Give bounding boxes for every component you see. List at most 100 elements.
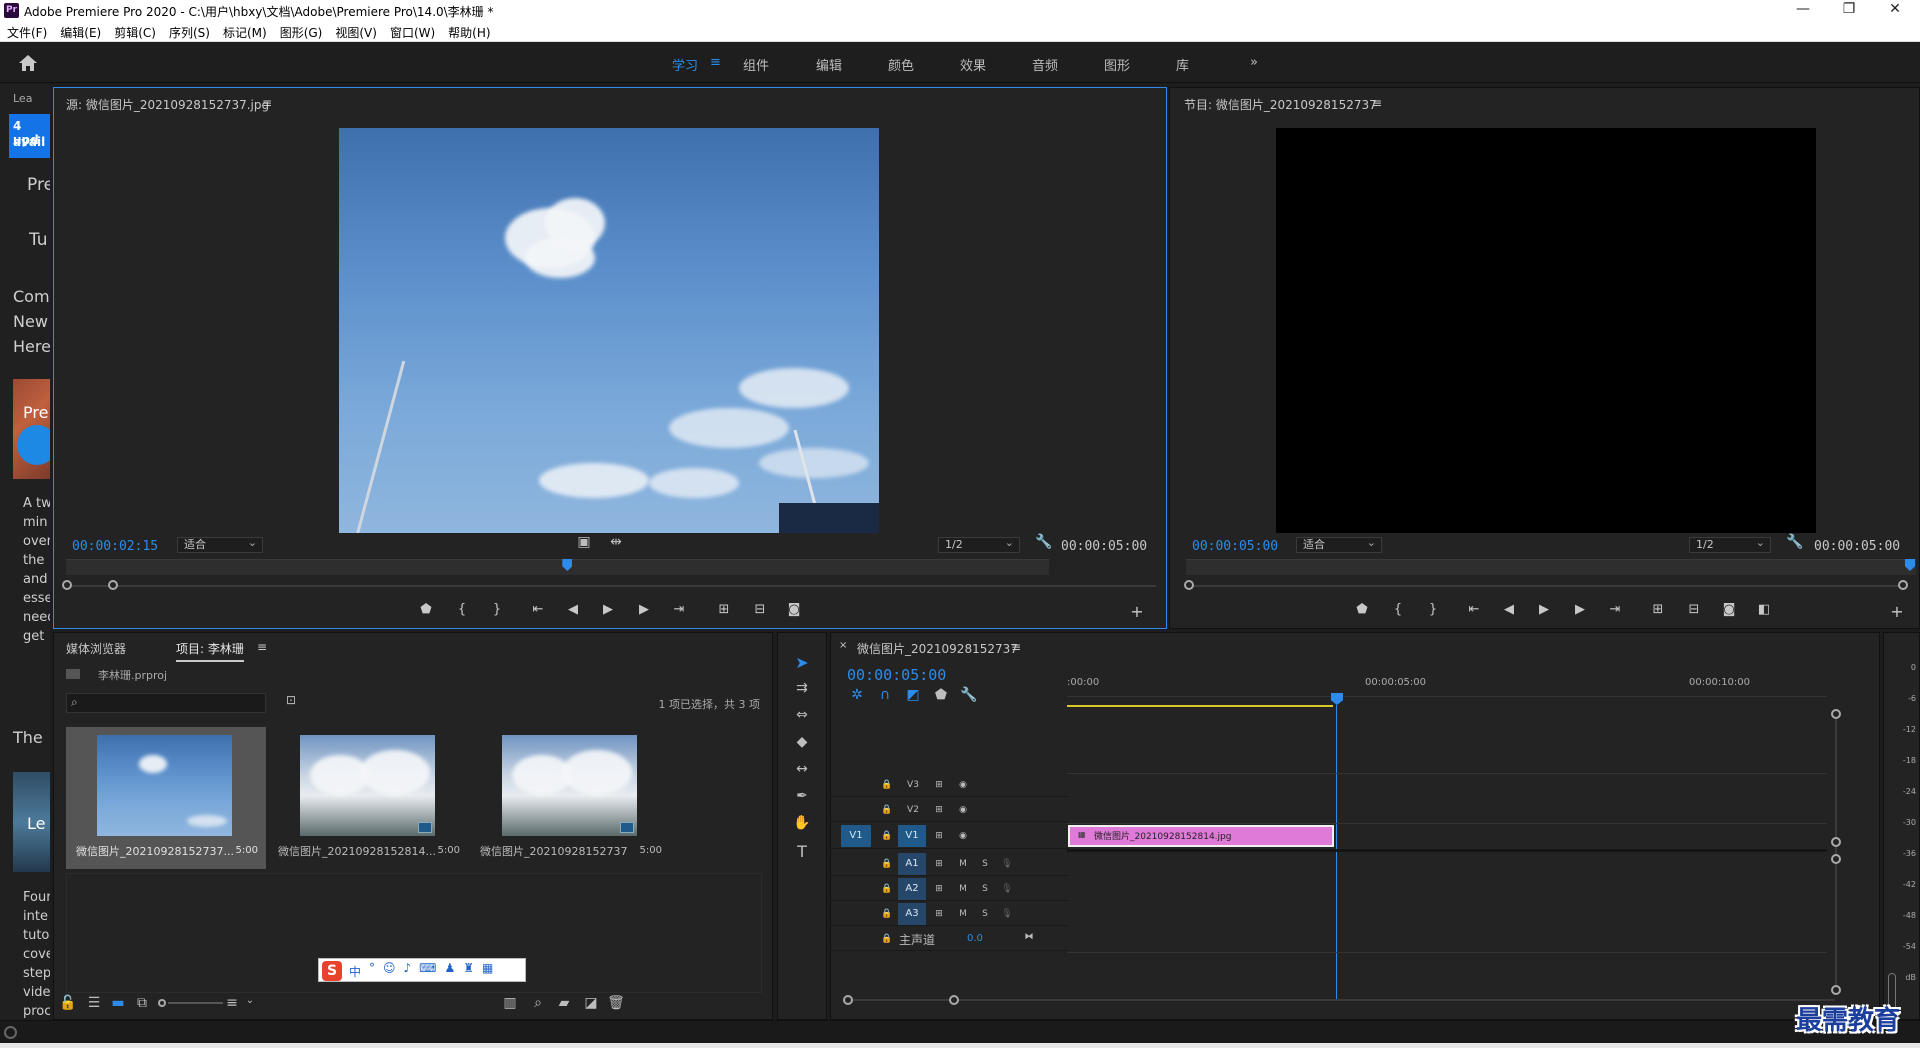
razor-tool-icon[interactable]: ◆ xyxy=(792,734,812,750)
lock-icon[interactable]: 🔒 xyxy=(879,777,895,793)
microphone-icon[interactable]: 🎙 xyxy=(999,881,1015,897)
microphone-icon[interactable]: 🎙 xyxy=(999,856,1015,872)
menu-view[interactable]: 视图(V) xyxy=(335,24,377,41)
lock-icon[interactable]: 🔒 xyxy=(879,931,895,947)
source-zoom-bar[interactable] xyxy=(66,585,1156,587)
automate-to-sequence-icon[interactable]: ▥ xyxy=(500,995,520,1011)
step-forward-icon[interactable]: ▶ xyxy=(1570,602,1590,617)
add-button-icon[interactable]: + xyxy=(1887,602,1907,621)
microphone-icon[interactable]: 🎙 xyxy=(999,906,1015,922)
new-item-icon[interactable]: ◪ xyxy=(581,995,601,1011)
solo-button[interactable]: S xyxy=(977,856,993,872)
play-icon[interactable]: ▶ xyxy=(598,602,618,617)
tutorial-thumbnail-2[interactable]: Le xyxy=(13,772,50,872)
track-label-v1[interactable]: V1 xyxy=(898,825,926,847)
lock-icon[interactable]: 🔒 xyxy=(879,802,895,818)
mark-out-icon[interactable]: } xyxy=(487,602,507,617)
new-bin-icon[interactable]: ▰ xyxy=(554,995,574,1011)
track-label-a2[interactable]: A2 xyxy=(898,878,926,900)
scroll-handle[interactable] xyxy=(1831,709,1841,719)
home-icon[interactable] xyxy=(18,54,38,72)
workspace-tab-assembly[interactable]: 组件 xyxy=(743,55,769,74)
add-marker-icon[interactable]: ⬟ xyxy=(416,602,436,617)
drag-video-icon[interactable]: ▣ xyxy=(574,534,594,550)
comparison-view-icon[interactable]: ◧ xyxy=(1754,602,1774,617)
sync-lock-icon[interactable]: ⊞ xyxy=(931,828,947,844)
ime-toolbar[interactable]: S 中 °☺♪⌨♟♜▦ xyxy=(318,958,526,982)
snap-icon[interactable]: ∩ xyxy=(875,687,895,703)
program-playhead[interactable] xyxy=(1905,559,1915,571)
sync-lock-icon[interactable]: ⊞ xyxy=(931,777,947,793)
panel-menu-icon[interactable]: ≡ xyxy=(1011,640,1021,654)
horizontal-scrollbar[interactable] xyxy=(845,999,1835,1001)
update-banner[interactable]: 4 upd avail xyxy=(9,114,50,158)
drag-audio-icon[interactable]: ⇹ xyxy=(606,534,626,550)
program-timecode[interactable]: 00:00:05:00 xyxy=(1192,539,1278,554)
trash-icon[interactable]: 🗑 xyxy=(606,995,626,1011)
tutorial-thumbnail[interactable]: Pre xyxy=(13,379,50,479)
go-to-in-icon[interactable]: ⇤ xyxy=(1464,602,1484,617)
sequence-tab[interactable]: 微信图片_20210928152737 xyxy=(857,640,1018,657)
workspace-overflow-icon[interactable]: » xyxy=(1250,55,1258,70)
workspace-tab-learn[interactable]: 学习 xyxy=(672,55,698,74)
lock-icon[interactable]: 🔒 xyxy=(879,906,895,922)
source-playhead[interactable] xyxy=(562,559,573,571)
solo-button[interactable]: S xyxy=(977,906,993,922)
mark-in-icon[interactable]: { xyxy=(452,602,472,617)
zoom-handle-right[interactable] xyxy=(1898,580,1908,590)
add-marker-icon[interactable]: ⬟ xyxy=(1352,602,1372,617)
source-timecode[interactable]: 00:00:02:15 xyxy=(72,539,158,554)
step-forward-icon[interactable]: ▶ xyxy=(634,602,654,617)
program-fit-select[interactable]: 适合 xyxy=(1296,536,1382,553)
menu-sequence[interactable]: 序列(S) xyxy=(169,24,210,41)
track-label-a1[interactable]: A1 xyxy=(898,853,926,875)
learn-tab[interactable]: Lea xyxy=(13,92,32,105)
selection-tool-icon[interactable]: ➤ xyxy=(792,653,812,672)
overwrite-icon[interactable]: ⊟ xyxy=(750,602,770,617)
workspace-tab-editing[interactable]: 编辑 xyxy=(816,55,842,74)
eye-icon[interactable]: ◉ xyxy=(955,828,971,844)
sync-lock-icon[interactable]: ⊞ xyxy=(931,906,947,922)
program-resolution-select[interactable]: 1/2 xyxy=(1689,536,1771,553)
wrench-icon[interactable]: 🔧 xyxy=(1785,534,1805,550)
eye-icon[interactable]: ◉ xyxy=(955,777,971,793)
nest-icon[interactable]: ✲ xyxy=(847,687,867,703)
slip-tool-icon[interactable]: ↔ xyxy=(792,761,812,777)
workspace-tab-color[interactable]: 颜色 xyxy=(888,55,914,74)
zoom-handle-right[interactable] xyxy=(949,995,959,1005)
mark-out-icon[interactable]: } xyxy=(1423,602,1443,617)
menu-graphics[interactable]: 图形(G) xyxy=(280,24,323,41)
lock-icon[interactable]: 🔓 xyxy=(58,995,78,1011)
play-icon[interactable]: ▶ xyxy=(1534,602,1554,617)
lock-icon[interactable]: 🔒 xyxy=(879,828,895,844)
scroll-handle[interactable] xyxy=(1831,837,1841,847)
close-icon[interactable]: ✕ xyxy=(1872,1,1918,17)
program-time-ruler[interactable] xyxy=(1186,559,1916,575)
source-resolution-select[interactable]: 1/2 xyxy=(938,536,1020,553)
pen-tool-icon[interactable]: ✒ xyxy=(792,788,812,804)
mark-in-icon[interactable]: { xyxy=(1388,602,1408,617)
go-to-end-icon[interactable]: ⧓ xyxy=(1021,929,1037,945)
track-label-a3[interactable]: A3 xyxy=(898,903,926,925)
track-select-tool-icon[interactable]: ⇉ xyxy=(792,680,812,696)
mute-button[interactable]: M xyxy=(955,906,971,922)
project-search-input[interactable]: ⌕ xyxy=(66,693,266,713)
workspace-tab-libraries[interactable]: 库 xyxy=(1176,55,1189,74)
mute-button[interactable]: M xyxy=(955,881,971,897)
menu-markers[interactable]: 标记(M) xyxy=(223,24,267,41)
timeline-timecode[interactable]: 00:00:05:00 xyxy=(847,666,946,684)
video-clip[interactable]: ▦ 微信图片_20210928152814.jpg xyxy=(1068,825,1334,847)
eye-icon[interactable]: ◉ xyxy=(955,802,971,818)
menu-file[interactable]: 文件(F) xyxy=(7,24,47,41)
sync-lock-icon[interactable]: ⊞ xyxy=(931,802,947,818)
timeline-ruler[interactable]: :00:00 00:00:05:00 00:00:10:00 xyxy=(1067,677,1827,697)
menu-clip[interactable]: 剪辑(C) xyxy=(114,24,156,41)
project-item[interactable]: 微信图片_20210928152814... 5:00 xyxy=(268,727,468,869)
timeline-playhead[interactable] xyxy=(1331,693,1343,705)
new-bin-from-search-icon[interactable]: ⊡ xyxy=(281,693,301,707)
freeform-view-icon[interactable]: ⧉ xyxy=(132,995,152,1011)
hamburger-icon[interactable]: ≡ xyxy=(710,55,721,70)
sync-lock-icon[interactable]: ⊞ xyxy=(931,856,947,872)
workspace-tab-effects[interactable]: 效果 xyxy=(960,55,986,74)
linked-selection-icon[interactable]: ◩ xyxy=(903,687,923,703)
